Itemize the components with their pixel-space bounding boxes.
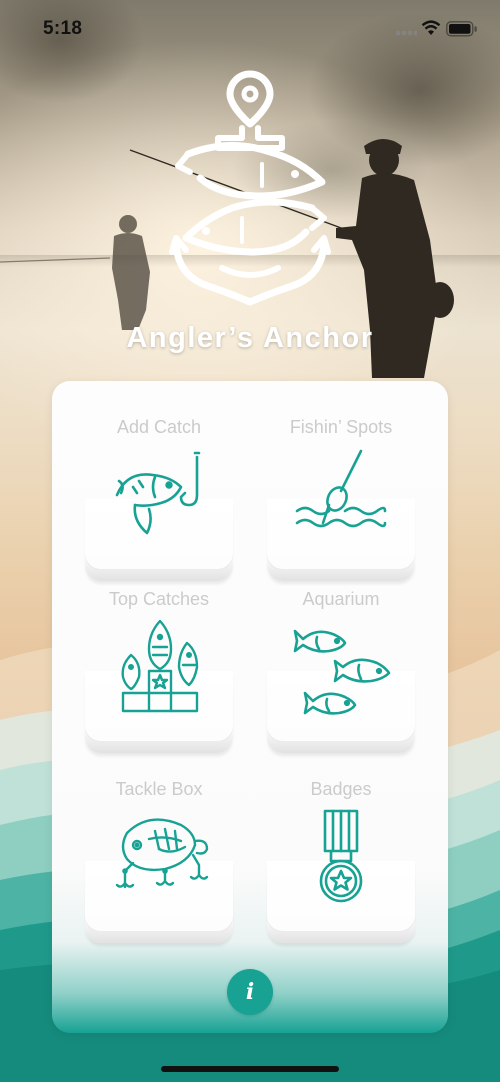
lure-icon [115,818,209,889]
fish-hook-icon [115,451,201,535]
info-button[interactable]: i [227,969,273,1015]
fishin-spots-tile[interactable]: Fishin’ Spots [267,413,415,581]
medal-icon [319,809,363,903]
cellular-signal-icon [395,30,417,36]
badges-label: Badges [310,779,372,799]
tackle-box-tile[interactable]: Tackle Box [85,775,233,943]
status-time: 5:18 [43,18,83,39]
anchor-fish-logo-icon [160,68,340,308]
add-catch-label: Add Catch [116,417,202,437]
home-indicator[interactable] [161,1066,339,1072]
main-menu-card: Add Catch Fishin’ Spots Top Catches Aqua… [52,381,448,1033]
fish-school-icon [293,629,391,715]
add-catch-tile[interactable]: Add Catch [85,413,233,581]
tackle-box-label: Tackle Box [115,779,203,799]
aquarium-tile[interactable]: Aquarium [267,585,415,753]
app-title: Angler’s Anchor [126,322,374,354]
battery-icon [446,21,477,37]
bobber-icon [295,449,387,528]
top-catches-label: Top Catches [108,589,210,609]
status-bar: 5:18 [0,0,500,58]
wifi-icon [421,20,441,35]
fishin-spots-label: Fishin’ Spots [289,417,393,437]
podium-icon [121,619,199,713]
aquarium-label: Aquarium [302,589,380,609]
top-catches-tile[interactable]: Top Catches [85,585,233,753]
badges-tile[interactable]: Badges [267,775,415,943]
